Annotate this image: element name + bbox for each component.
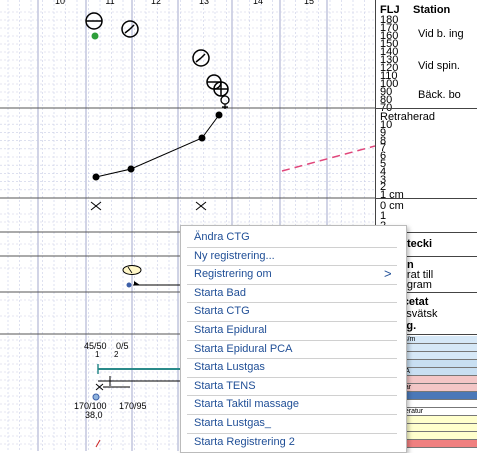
flag-icon xyxy=(134,281,140,285)
green-marker-icon[interactable] xyxy=(91,32,99,40)
menu-item-label: Starta Bad xyxy=(194,286,246,299)
menu-item[interactable]: Starta Taktil massage xyxy=(181,395,406,415)
menu-item[interactable]: Starta Epidural xyxy=(181,321,406,341)
dilation-point[interactable] xyxy=(215,111,223,119)
station-label: Bäck. bo xyxy=(418,89,461,101)
menu-item[interactable]: Ändra CTG xyxy=(181,228,406,248)
station-header: Station xyxy=(413,4,451,16)
menu-item[interactable]: Ny registrering... xyxy=(181,247,406,267)
menu-item[interactable]: Starta Registrering 2 xyxy=(181,433,406,452)
hour-labels: 10 11 12 13 14 15 xyxy=(55,0,314,6)
menu-item-label: Starta Lustgas xyxy=(194,361,265,374)
chevron-right-icon: > xyxy=(384,266,392,282)
hour-label-12: 12 xyxy=(151,0,161,6)
medication-pill-icon[interactable] xyxy=(122,265,142,275)
clock-icon[interactable] xyxy=(121,20,139,38)
menu-item[interactable]: Starta Epidural PCA xyxy=(181,340,406,360)
menu-item[interactable]: Registrering om > xyxy=(181,265,406,285)
menu-item-label: Starta Lustgas_ xyxy=(194,417,272,429)
menu-item-label: Ändra CTG xyxy=(194,231,250,243)
context-menu: Ändra CTG Ny registrering... Registrering … xyxy=(180,225,407,453)
red-mark xyxy=(95,439,101,448)
menu-item-label: Starta Epidural PCA xyxy=(194,342,293,355)
menu-item-label: Starta Epidural xyxy=(194,324,267,336)
x-mark-icon[interactable] xyxy=(195,201,207,211)
hour-label-14: 14 xyxy=(253,0,263,6)
menu-item-label: Starta TENS xyxy=(194,379,256,392)
dilation-point[interactable] xyxy=(92,173,100,181)
blue-marker-icon[interactable] xyxy=(126,282,132,288)
hour-label-10: 10 xyxy=(55,0,65,6)
vitals-small: 1 xyxy=(95,350,100,359)
divider xyxy=(376,108,477,109)
blood-pressure-value: 170/95 xyxy=(119,401,147,411)
circle-theta-icon[interactable] xyxy=(85,12,103,30)
x-mark-icon[interactable] xyxy=(95,383,104,391)
menu-item[interactable]: Starta CTG xyxy=(181,302,406,322)
divider xyxy=(376,198,477,199)
menu-item[interactable]: Starta TENS xyxy=(181,377,406,397)
station-label: Vid spin. xyxy=(418,60,460,72)
menu-item[interactable]: Starta Lustgas xyxy=(181,358,406,378)
menu-item[interactable]: Starta Lustgas_ xyxy=(181,414,406,434)
vitals-small: 2 xyxy=(114,350,119,359)
menu-item-label: Ny registrering... xyxy=(194,249,275,262)
dilation-point[interactable] xyxy=(127,165,135,173)
menu-item[interactable]: Starta Bad xyxy=(181,284,406,304)
hour-label-15: 15 xyxy=(304,0,314,6)
circle-cross-icon[interactable] xyxy=(213,81,229,97)
bp-marker-icon[interactable] xyxy=(92,393,100,401)
clock-icon[interactable] xyxy=(192,49,210,67)
menu-item-label: Registrering om xyxy=(194,268,272,281)
female-symbol-icon[interactable] xyxy=(220,95,230,109)
menu-item-label: Starta CTG xyxy=(194,305,250,318)
x-mark-icon[interactable] xyxy=(90,201,102,211)
menu-item-label: Starta Taktil massage xyxy=(194,398,299,411)
dilation-point[interactable] xyxy=(198,134,206,142)
station-label: Vid b. ing xyxy=(418,28,464,40)
menu-item-label: Starta Registrering 2 xyxy=(194,435,295,448)
temperature-value: 38,0 xyxy=(85,410,103,420)
hour-label-13: 13 xyxy=(199,0,209,6)
hour-label-11: 11 xyxy=(105,0,114,6)
alert-line xyxy=(281,145,375,172)
